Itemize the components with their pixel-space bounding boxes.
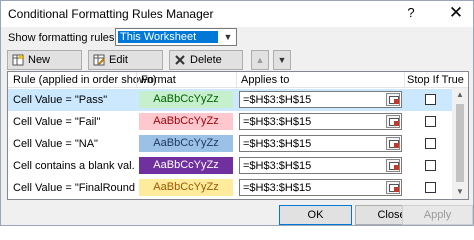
applies-to-input[interactable]: =$H$3:$H$15 bbox=[239, 157, 402, 174]
title-bar: Conditional Formatting Rules Manager ? ✕ bbox=[1, 1, 473, 27]
edit-rule-button[interactable]: Edit Rule... bbox=[88, 50, 163, 84]
rule-description: Cell Value = "Pass" bbox=[13, 94, 108, 106]
applies-to-input[interactable]: =$H$3:$H$15 bbox=[239, 135, 402, 152]
range-select-icon[interactable] bbox=[386, 159, 400, 172]
move-up-button[interactable]: ▲ bbox=[251, 50, 269, 70]
rule-row[interactable]: Cell Value = "Fail" AaBbCcYyZz =$H$3:$H$15 bbox=[8, 111, 452, 133]
column-divider[interactable] bbox=[136, 72, 137, 88]
chevron-down-icon[interactable]: ▼ bbox=[221, 30, 235, 44]
vertical-scrollbar[interactable]: ▲ ▼ bbox=[452, 88, 468, 199]
column-header-stop-if-true: Stop If True bbox=[407, 74, 464, 86]
range-select-icon[interactable] bbox=[386, 137, 400, 150]
delete-rule-button[interactable]: Delete Rule bbox=[169, 50, 243, 84]
show-rules-dropdown[interactable]: This Worksheet ▼ bbox=[115, 28, 237, 46]
applies-to-value: =$H$3:$H$15 bbox=[243, 116, 312, 128]
stop-if-true-checkbox[interactable] bbox=[425, 182, 436, 193]
scroll-down-arrow-icon[interactable]: ▼ bbox=[452, 185, 468, 199]
applies-to-input[interactable]: =$H$3:$H$15 bbox=[239, 179, 402, 196]
new-rule-icon bbox=[12, 54, 24, 66]
stop-if-true-checkbox[interactable] bbox=[425, 160, 436, 171]
rule-row[interactable]: Cell Value = "Pass" AaBbCcYyZz =$H$3:$H$15 bbox=[8, 89, 452, 111]
stop-if-true-checkbox[interactable] bbox=[425, 94, 436, 105]
rule-row[interactable]: Cell contains a blank val... AaBbCcYyZz =$… bbox=[8, 155, 452, 177]
format-preview: AaBbCcYyZz bbox=[139, 135, 233, 152]
help-icon[interactable]: ? bbox=[401, 4, 421, 22]
show-rules-selected: This Worksheet bbox=[118, 31, 218, 43]
range-select-icon[interactable] bbox=[386, 115, 400, 128]
rule-description: Cell Value = "NA" bbox=[13, 138, 98, 150]
format-preview: AaBbCcYyZz bbox=[139, 113, 233, 130]
rules-grid-header: Rule (applied in order shown) Format App… bbox=[8, 72, 468, 88]
column-header-format: Format bbox=[141, 74, 176, 86]
format-preview: AaBbCcYyZz bbox=[139, 91, 233, 108]
applies-to-value: =$H$3:$H$15 bbox=[243, 182, 312, 194]
scroll-up-arrow-icon[interactable]: ▲ bbox=[452, 88, 468, 102]
move-down-button[interactable]: ▼ bbox=[273, 50, 291, 70]
column-divider[interactable] bbox=[236, 72, 237, 88]
delete-rule-icon bbox=[175, 55, 185, 65]
range-select-icon[interactable] bbox=[386, 181, 400, 194]
applies-to-value: =$H$3:$H$15 bbox=[243, 160, 312, 172]
edit-rule-icon bbox=[93, 54, 105, 66]
rule-row[interactable]: Cell Value = "FinalRound" AaBbCcYyZz =$H$3… bbox=[8, 177, 452, 199]
rule-description: Cell contains a blank val... bbox=[13, 160, 135, 172]
conditional-formatting-dialog: Conditional Formatting Rules Manager ? ✕… bbox=[0, 0, 474, 226]
format-preview: AaBbCcYyZz bbox=[139, 157, 233, 174]
format-preview: AaBbCcYyZz bbox=[139, 179, 233, 196]
rule-description: Cell Value = "FinalRound" bbox=[13, 182, 135, 194]
applies-to-value: =$H$3:$H$15 bbox=[243, 138, 312, 150]
stop-if-true-checkbox[interactable] bbox=[425, 116, 436, 127]
stop-if-true-checkbox[interactable] bbox=[425, 138, 436, 149]
range-select-icon[interactable] bbox=[386, 93, 400, 106]
close-icon[interactable]: ✕ bbox=[443, 2, 469, 24]
applies-to-input[interactable]: =$H$3:$H$15 bbox=[239, 113, 402, 130]
apply-button[interactable]: Apply bbox=[402, 205, 473, 225]
applies-to-input[interactable]: =$H$3:$H$15 bbox=[239, 91, 402, 108]
scrollbar-thumb[interactable] bbox=[456, 104, 464, 182]
rule-description: Cell Value = "Fail" bbox=[13, 116, 101, 128]
new-rule-button[interactable]: New Rule... bbox=[7, 50, 82, 84]
rule-row[interactable]: Cell Value = "NA" AaBbCcYyZz =$H$3:$H$15 bbox=[8, 133, 452, 155]
rules-grid: Rule (applied in order shown) Format App… bbox=[7, 71, 469, 200]
column-header-applies-to: Applies to bbox=[241, 74, 290, 86]
column-divider[interactable] bbox=[404, 72, 405, 88]
window-title: Conditional Formatting Rules Manager bbox=[8, 7, 214, 21]
applies-to-value: =$H$3:$H$15 bbox=[243, 94, 312, 106]
ok-button[interactable]: OK bbox=[279, 205, 352, 225]
